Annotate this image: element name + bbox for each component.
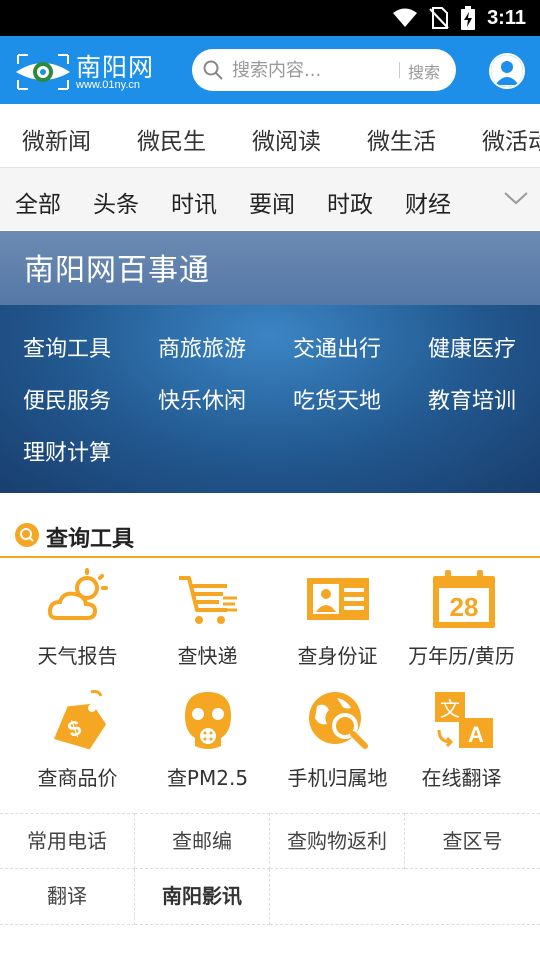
category-politics[interactable]: 时政	[327, 185, 373, 219]
gas-mask-icon	[185, 692, 231, 749]
calendar-day: 28	[450, 592, 479, 622]
link-shopping-rebate[interactable]: 查购物返利	[270, 813, 405, 869]
tool-translate[interactable]: 文 A 在线翻译	[394, 690, 529, 808]
link-nanyang-cinema[interactable]: 南阳影讯	[135, 869, 270, 925]
tool-price[interactable]: $ 查商品价	[10, 690, 145, 808]
magnifier-badge-icon	[15, 523, 39, 547]
search-box: 搜索	[192, 49, 456, 91]
link-area-code[interactable]: 查区号	[405, 813, 540, 869]
tool-phone-location[interactable]: 手机归属地	[270, 690, 405, 808]
banner-link-finance-calc[interactable]: 理财计算	[23, 435, 111, 467]
tool-label: 查快递	[177, 644, 238, 668]
no-sim-icon	[429, 7, 449, 29]
tool-label: 手机归属地	[287, 766, 388, 790]
battery-icon	[461, 6, 476, 30]
tool-express[interactable]: 查快递	[140, 568, 275, 686]
banner-link-travel[interactable]: 商旅旅游	[158, 331, 246, 363]
price-tag-icon: $	[53, 690, 107, 750]
banner-title-bar: 南阳网百事通	[0, 231, 540, 305]
section-header: 查询工具	[0, 514, 540, 558]
tool-id-card[interactable]: 查身份证	[270, 568, 405, 686]
logo-eye-icon	[16, 54, 70, 90]
status-bar: 3:11	[0, 0, 540, 36]
svg-text:A: A	[468, 722, 484, 747]
wifi-icon	[393, 8, 418, 27]
tab-wei-xinwen[interactable]: 微新闻	[22, 122, 91, 156]
logo[interactable]: 南阳网 www.01ny.cn	[14, 46, 174, 96]
user-avatar-icon[interactable]	[489, 53, 525, 89]
link-common-phones[interactable]: 常用电话	[0, 813, 135, 869]
translate-icon: 文 A	[435, 692, 493, 748]
tool-label: 在线翻译	[421, 766, 502, 790]
section-title: 查询工具	[46, 527, 135, 552]
globe-search-icon	[309, 692, 368, 749]
empty-cell	[270, 869, 540, 925]
clock: 3:11	[487, 6, 526, 29]
search-icon	[203, 60, 223, 80]
weather-icon	[47, 568, 108, 620]
banner-link-education[interactable]: 教育培训	[428, 383, 516, 415]
search-divider	[399, 62, 400, 78]
tab-wei-huodong[interactable]: 微活动	[482, 122, 540, 156]
category-finance[interactable]: 财经	[405, 185, 451, 219]
channel-tabs: 微新闻 微民生 微阅读 微生活 微活动	[0, 104, 540, 168]
tab-wei-yuedu[interactable]: 微阅读	[252, 122, 321, 156]
link-translate[interactable]: 翻译	[0, 869, 135, 925]
banner-link-health[interactable]: 健康医疗	[428, 331, 516, 363]
id-card-icon	[307, 578, 369, 620]
tab-wei-minsheng[interactable]: 微民生	[137, 122, 206, 156]
banner-link-food[interactable]: 吃货天地	[293, 383, 381, 415]
tool-label: 天气报告	[37, 644, 118, 668]
calendar-icon: 28	[433, 570, 495, 628]
tool-weather[interactable]: 天气报告	[10, 568, 145, 686]
tab-wei-shenghuo[interactable]: 微生活	[367, 122, 436, 156]
express-icon	[179, 576, 237, 624]
tool-label: 查身份证	[297, 644, 378, 668]
app-header: 南阳网 www.01ny.cn 搜索	[0, 36, 540, 104]
search-input[interactable]	[232, 57, 392, 83]
banner-link-services[interactable]: 便民服务	[23, 383, 111, 415]
link-postcode[interactable]: 查邮编	[135, 813, 270, 869]
banner-link-query-tools[interactable]: 查询工具	[23, 331, 111, 363]
chevron-down-icon[interactable]	[503, 190, 529, 206]
banner-title: 南阳网百事通	[24, 253, 210, 288]
svg-text:文: 文	[440, 697, 460, 721]
services-banner: 南阳网百事通 查询工具 商旅旅游 交通出行 健康医疗 便民服务 快乐休闲 吃货天…	[0, 231, 540, 493]
banner-link-transport[interactable]: 交通出行	[293, 331, 381, 363]
category-all[interactable]: 全部	[15, 185, 61, 219]
tool-calendar[interactable]: 28 万年历/黄历	[394, 568, 529, 686]
banner-link-leisure[interactable]: 快乐休闲	[158, 383, 246, 415]
category-news-flash[interactable]: 时讯	[171, 185, 217, 219]
category-tabs: 全部 头条 时讯 要闻 时政 财经	[0, 168, 540, 230]
tool-pm25[interactable]: 查PM2.5	[140, 690, 275, 808]
search-button[interactable]: 搜索	[408, 59, 440, 83]
category-major-news[interactable]: 要闻	[249, 185, 295, 219]
tool-label: 查商品价	[37, 766, 118, 790]
category-headline[interactable]: 头条	[93, 185, 139, 219]
tool-label: 查PM2.5	[166, 766, 249, 790]
logo-url: www.01ny.cn	[76, 79, 140, 91]
tool-label: 万年历/黄历	[408, 644, 515, 668]
